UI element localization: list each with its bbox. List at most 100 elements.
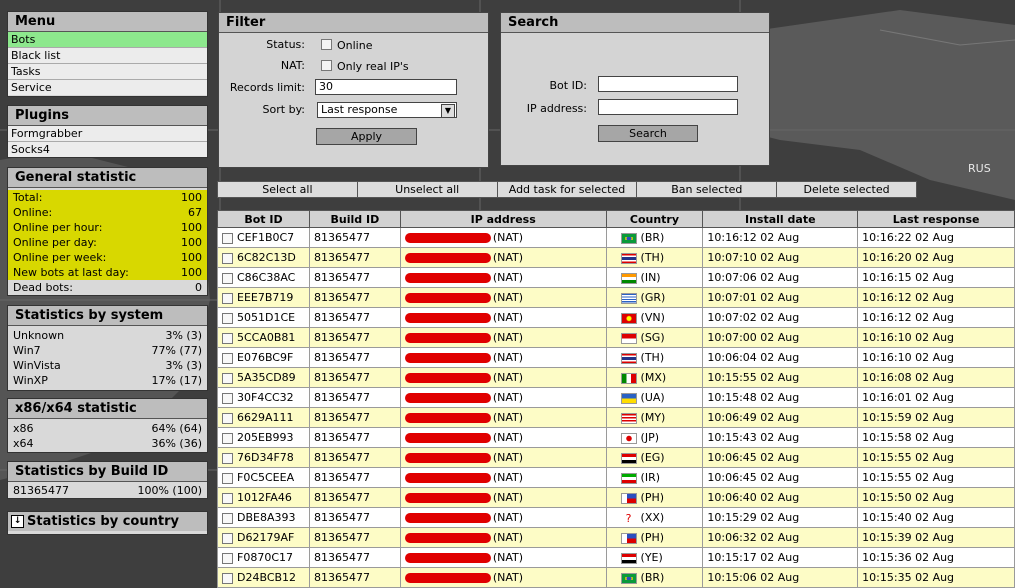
redaction-mark (404, 353, 491, 363)
table-row[interactable]: 5A35CD89 81365477 (NAT) (MX) 10:15:55 02 Aug… (217, 367, 1015, 388)
row-checkbox[interactable] (222, 472, 233, 484)
column-header-build-id[interactable]: Build ID (308, 210, 401, 228)
table-row[interactable]: D24BCB12 81365477 (NAT) (BR) 10:15:06 02 Aug… (217, 567, 1015, 588)
unselect-all-button[interactable]: Unselect all (356, 181, 498, 198)
row-checkbox[interactable] (222, 292, 233, 304)
table-row[interactable]: 1012FA46 81365477 (NAT) (PH) 10:06:40 02 Aug… (217, 487, 1015, 508)
plugin-item-socks4[interactable]: Socks4 (8, 142, 207, 157)
install-date-cell: 10:15:06 02 Aug (702, 567, 859, 588)
row-checkbox[interactable] (222, 432, 233, 444)
country-code-text: (SG) (640, 331, 665, 344)
search-button[interactable]: Search (598, 125, 698, 142)
row-checkbox[interactable] (222, 272, 233, 284)
menu-item-bots[interactable]: Bots (8, 32, 207, 48)
country-statistic-panel[interactable]: ↓ Statistics by country (7, 511, 208, 535)
bot-id-text: 5CCA0B81 (237, 331, 296, 344)
country-cell: (EG) (605, 447, 704, 468)
row-checkbox[interactable] (222, 232, 233, 244)
bot-id-text: 5A35CD89 (237, 371, 296, 384)
last-response-cell: 10:15:58 02 Aug (857, 427, 1015, 448)
country-code-text: (EG) (640, 451, 665, 464)
table-row[interactable]: 5051D1CE 81365477 (NAT) (VN) 10:07:02 02 Aug… (217, 307, 1015, 328)
column-header-install-date[interactable]: Install date (702, 210, 859, 228)
delete-selected-button[interactable]: Delete selected (776, 181, 917, 198)
records-limit-input[interactable]: 30 (315, 79, 457, 95)
build-id-cell: 81365477 (308, 527, 401, 548)
table-row[interactable]: EEE7B719 81365477 (NAT) (GR) 10:07:01 02 Aug… (217, 287, 1015, 308)
row-checkbox[interactable] (222, 452, 233, 464)
table-row[interactable]: 6C82C13D 81365477 (NAT) (TH) 10:07:10 02 Aug… (217, 247, 1015, 268)
table-row[interactable]: E076BC9F 81365477 (NAT) (TH) 10:06:04 02 Aug… (217, 347, 1015, 368)
row-checkbox[interactable] (222, 572, 233, 584)
last-response-cell: 10:15:55 02 Aug (857, 447, 1015, 468)
table-row[interactable]: 76D34F78 81365477 (NAT) (EG) 10:06:45 02 Aug… (217, 447, 1015, 468)
stat-value: 77% (77) (151, 344, 202, 357)
expand-arrow-icon[interactable]: ↓ (11, 515, 24, 528)
table-row[interactable]: F0870C17 81365477 (NAT) (YE) 10:15:17 02 Aug… (217, 547, 1015, 568)
row-checkbox[interactable] (222, 252, 233, 264)
redaction-mark (404, 413, 491, 423)
map-label: RUS (968, 162, 991, 175)
country-statistic-toggle[interactable]: ↓ Statistics by country (8, 512, 207, 531)
redaction-mark (404, 333, 491, 343)
stat-label: x86 (13, 422, 34, 435)
column-header-country[interactable]: Country (605, 210, 704, 228)
ip-nat-text: (NAT) (492, 551, 524, 564)
row-checkbox[interactable] (222, 332, 233, 344)
bot-id-input[interactable] (598, 76, 738, 92)
table-row[interactable]: 6629A111 81365477 (NAT) (MY) 10:06:49 02 Aug… (217, 407, 1015, 428)
ban-selected-button[interactable]: Ban selected (636, 181, 778, 198)
table-row[interactable]: DBE8A393 81365477 (NAT)? (XX) 10:15:29 02 Au… (217, 507, 1015, 528)
bot-id-text: C86C38AC (237, 271, 296, 284)
add-task-for-selected-button[interactable]: Add task for selected (496, 181, 638, 198)
ip-nat-text: (NAT) (492, 431, 524, 444)
menu-item-black-list[interactable]: Black list (8, 48, 207, 64)
table-row[interactable]: D62179AF 81365477 (NAT) (PH) 10:06:32 02 Aug… (217, 527, 1015, 548)
sort-by-label: Sort by: (262, 103, 305, 116)
row-checkbox[interactable] (222, 412, 233, 424)
table-row[interactable]: CEF1B0C7 81365477 (NAT) (BR) 10:16:12 02 Aug… (217, 227, 1015, 248)
br-flag-icon (620, 572, 637, 584)
ip-address-cell: (NAT) (399, 507, 607, 528)
country-cell: (TH) (605, 347, 704, 368)
apply-button[interactable]: Apply (316, 128, 417, 145)
menu-item-service[interactable]: Service (8, 80, 207, 95)
table-row[interactable]: 30F4CC32 81365477 (NAT) (UA) 10:15:48 02 Aug… (217, 387, 1015, 408)
menu-item-tasks[interactable]: Tasks (8, 64, 207, 80)
row-checkbox[interactable] (222, 352, 233, 364)
stat-label: Online per day: (13, 236, 97, 249)
ip-nat-text: (NAT) (492, 251, 524, 264)
select-all-button[interactable]: Select all (217, 181, 358, 198)
stat-label: Online: (13, 206, 53, 219)
table-row[interactable]: C86C38AC 81365477 (NAT) (IN) 10:07:06 02 Aug… (217, 267, 1015, 288)
row-checkbox[interactable] (222, 372, 233, 384)
column-header-ip-address[interactable]: IP address (399, 210, 607, 228)
sort-by-value: Last response (321, 103, 398, 116)
table-row[interactable]: F0C5CEEA 81365477 (NAT) (IR) 10:06:45 02 Aug… (217, 467, 1015, 488)
country-cell: (MX) (605, 367, 704, 388)
row-checkbox[interactable] (222, 512, 233, 524)
stat-value: 100 (181, 236, 202, 249)
country-cell: (VN) (605, 307, 704, 328)
country-code-text: (IR) (640, 471, 661, 484)
menu-panel: Menu Bots Black list Tasks Service (7, 11, 208, 97)
row-checkbox[interactable] (222, 392, 233, 404)
bot-id-text: F0870C17 (237, 551, 293, 564)
ip-address-cell: (NAT) (399, 527, 607, 548)
column-header-last-response[interactable]: Last response (857, 210, 1015, 228)
real-ip-checkbox[interactable] (321, 60, 332, 71)
row-checkbox[interactable] (222, 492, 233, 504)
online-checkbox[interactable] (321, 39, 332, 50)
table-row[interactable]: 5CCA0B81 81365477 (NAT) (SG) 10:07:00 02 Aug… (217, 327, 1015, 348)
table-row[interactable]: 205EB993 81365477 (NAT) (JP) 10:15:43 02 Aug… (217, 427, 1015, 448)
row-checkbox[interactable] (222, 532, 233, 544)
sort-by-select[interactable]: Last response ▼ (317, 102, 457, 118)
column-header-bot-id[interactable]: Bot ID (217, 210, 310, 228)
row-checkbox[interactable] (222, 312, 233, 324)
vn-flag-icon (620, 312, 637, 324)
ip-address-cell: (NAT) (399, 267, 607, 288)
plugin-item-formgrabber[interactable]: Formgrabber (8, 126, 207, 142)
ip-address-input[interactable] (598, 99, 738, 115)
chevron-down-icon[interactable]: ▼ (441, 104, 455, 118)
row-checkbox[interactable] (222, 552, 233, 564)
